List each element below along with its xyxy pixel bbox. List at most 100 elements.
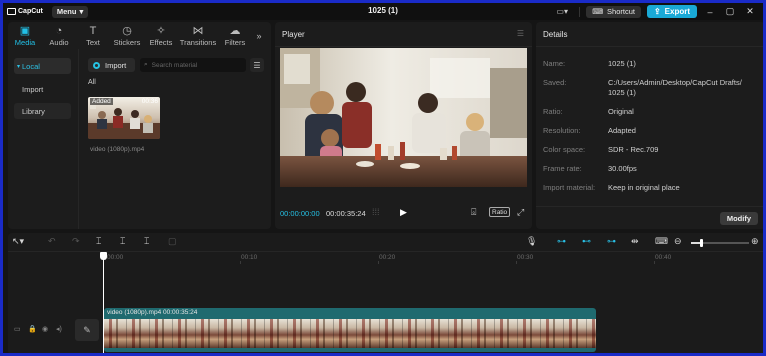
- side-item-local-label: Local: [22, 61, 40, 71]
- media-thumbnail[interactable]: Added 00:36: [88, 97, 160, 139]
- auto-snap-button[interactable]: ⊷: [582, 236, 591, 247]
- media-file-name: video (1080p).mp4: [90, 146, 145, 153]
- side-item-library-label: Library: [22, 106, 45, 116]
- tab-transitions-label: Transitions: [179, 38, 217, 47]
- zoom-out-button[interactable]: ⊖: [674, 236, 682, 247]
- filter-all-label[interactable]: All: [88, 79, 96, 86]
- redo-button[interactable]: ↷: [72, 236, 80, 247]
- tab-filters[interactable]: ☁ Filters: [218, 22, 252, 49]
- details-divider: [536, 46, 763, 47]
- cover-button[interactable]: ✎: [75, 319, 99, 341]
- preview-axis-button[interactable]: ⇹: [631, 236, 639, 247]
- media-side-nav: [8, 49, 78, 229]
- menu-button[interactable]: Menu ▾: [51, 5, 89, 18]
- import-button[interactable]: Import: [88, 58, 135, 72]
- snap-icon: ⊷: [582, 236, 591, 246]
- speaker-icon[interactable]: ◂): [56, 325, 62, 333]
- effects-icon: ✧: [156, 25, 166, 37]
- linkage-button[interactable]: ⊶: [607, 236, 616, 247]
- ruler-tick: [378, 261, 379, 264]
- player-panel: Player ☰ 00:00:00:00 00:00:35:24 ⁞⁞⁞ ▶ ⌻…: [275, 22, 532, 229]
- capcut-logo-icon: [7, 8, 16, 15]
- details-value: Original: [608, 107, 634, 116]
- side-item-local[interactable]: ▾ Local: [14, 58, 71, 74]
- select-tool-button[interactable]: ↖▾: [12, 236, 24, 247]
- close-button[interactable]: ✕: [743, 6, 757, 17]
- redo-icon: ↷: [72, 236, 80, 246]
- tab-text[interactable]: T Text: [76, 22, 110, 49]
- playhead-handle[interactable]: [100, 252, 107, 260]
- minimize-icon: –: [707, 6, 713, 17]
- zoom-slider-handle[interactable]: [700, 239, 704, 247]
- layout-button[interactable]: ▭▾: [551, 6, 573, 17]
- ratio-button[interactable]: Ratio: [489, 207, 511, 217]
- trim-right-icon: ⌶: [144, 236, 150, 246]
- eye-icon[interactable]: ◉: [42, 325, 48, 333]
- ruler-label: 00:40: [655, 254, 672, 261]
- tab-stickers-label: Stickers: [113, 38, 141, 47]
- split-button[interactable]: ⌶: [96, 236, 101, 247]
- undo-icon: ↶: [48, 236, 56, 246]
- fullscreen-button[interactable]: ⤢: [517, 207, 524, 218]
- track-cover-icon[interactable]: ▭: [14, 325, 21, 333]
- minimize-button[interactable]: –: [703, 7, 717, 17]
- app-name: CapCut: [18, 8, 43, 15]
- details-value: 30.00fps: [608, 164, 637, 173]
- side-item-import[interactable]: Import: [14, 81, 71, 97]
- details-label: Name:: [543, 59, 566, 68]
- ruler-tick: [240, 261, 241, 264]
- tab-transitions[interactable]: ⋈ Transitions: [178, 22, 218, 49]
- maximize-icon: ▢: [725, 6, 735, 16]
- zoom-out-icon: ⊖: [674, 236, 682, 246]
- zoom-in-icon: ⊕: [751, 236, 759, 246]
- layout-icon: ▭▾: [556, 7, 568, 16]
- details-label: Color space:: [543, 145, 586, 154]
- export-icon: ⇪: [653, 7, 661, 16]
- tab-effects[interactable]: ✧ Effects: [144, 22, 178, 49]
- play-button[interactable]: ▶: [400, 207, 407, 218]
- player-menu-button[interactable]: ☰: [517, 29, 524, 38]
- delete-button[interactable]: ▢: [168, 236, 177, 247]
- shortcut-button[interactable]: ⌨ Shortcut: [586, 5, 641, 18]
- ruler-label: 00:30: [517, 254, 534, 261]
- caption-button[interactable]: ⌨: [655, 236, 668, 247]
- zoom-slider[interactable]: [691, 239, 749, 247]
- import-button-label: Import: [105, 60, 127, 70]
- ruler-label: 00:20: [379, 254, 396, 261]
- maximize-button[interactable]: ▢: [723, 6, 737, 17]
- snapshot-button[interactable]: ⌻: [471, 207, 476, 218]
- main-track-magnet-button[interactable]: ⊶: [557, 236, 566, 247]
- undo-button[interactable]: ↶: [48, 236, 56, 247]
- export-button[interactable]: ⇪ Export: [646, 5, 697, 18]
- details-label: Ratio:: [543, 107, 563, 116]
- video-clip[interactable]: video (1080p).mp4 00:00:35:24: [104, 308, 596, 352]
- side-item-library[interactable]: Library: [14, 103, 71, 119]
- details-value: SDR - Rec.709: [608, 145, 659, 154]
- filter-button[interactable]: ☰: [250, 58, 264, 72]
- cursor-icon: ↖▾: [12, 236, 25, 246]
- tab-audio[interactable]: ◔ Audio: [42, 22, 76, 49]
- zoom-in-button[interactable]: ⊕: [751, 236, 759, 247]
- ruler-tick: [654, 261, 655, 264]
- shortcut-label: Shortcut: [607, 7, 635, 16]
- side-item-import-label: Import: [22, 84, 44, 94]
- video-preview[interactable]: [280, 48, 527, 187]
- timeline-toolbar: ↖▾ ↶ ↷ ⌶ ⌶ ⌶ ▢ 🎙 ⊶ ⊷ ⊶ ⇹ ⌨ ⊖ ⊕: [8, 233, 763, 251]
- record-audio-button[interactable]: 🎙: [526, 236, 537, 247]
- search-input[interactable]: ⌕ Search material: [140, 58, 246, 72]
- delete-right-button[interactable]: ⌶: [144, 236, 149, 247]
- stickers-icon: ◷: [122, 25, 132, 37]
- tab-media[interactable]: ▣ Media: [8, 22, 42, 49]
- duration-badge: 00:36: [141, 98, 158, 105]
- focus-frame-icon: ⌻: [471, 207, 477, 217]
- more-tabs-button[interactable]: »: [252, 22, 266, 49]
- delete-left-button[interactable]: ⌶: [120, 236, 125, 247]
- trim-left-icon: ⌶: [120, 236, 126, 246]
- search-icon: ⌕: [144, 61, 148, 68]
- tab-stickers[interactable]: ◷ Stickers: [110, 22, 144, 49]
- lock-icon[interactable]: 🔒: [28, 325, 37, 333]
- playhead[interactable]: [103, 252, 104, 353]
- ruler-label: 00:00: [107, 254, 124, 261]
- timeline-ruler[interactable]: 00:00 00:10 00:20 00:30 00:40: [74, 252, 763, 264]
- modify-button[interactable]: Modify: [719, 212, 758, 225]
